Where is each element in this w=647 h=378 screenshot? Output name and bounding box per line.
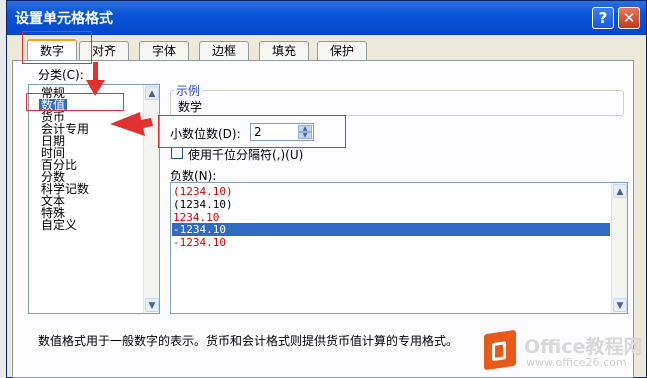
watermark-title: Office教程网: [524, 336, 643, 358]
arrow-right-icon: [110, 112, 153, 136]
arrow-down-shaft: [93, 62, 98, 82]
annotation-arrows: [86, 62, 153, 136]
watermark-url: www.office26.com: [526, 356, 627, 369]
arrow-down-head: [86, 80, 105, 96]
office-logo-icon: [484, 329, 516, 371]
watermark: Office教程网 www.office26.com: [484, 329, 644, 374]
